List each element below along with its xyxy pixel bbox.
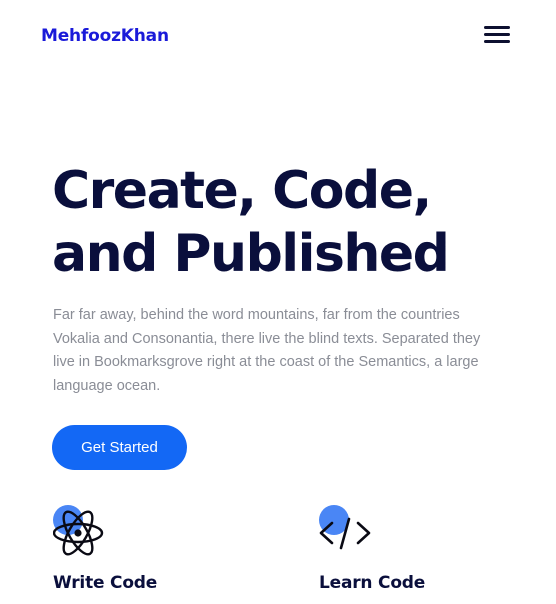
hero-title: Create, Code, and Published xyxy=(52,160,532,286)
brand-logo-link[interactable]: MehfoozKhan xyxy=(41,24,169,48)
atom-icon xyxy=(53,510,104,556)
feature-write-code: Write Code xyxy=(53,505,253,593)
menu-bar xyxy=(484,33,510,36)
feature-title: Learn Code xyxy=(319,573,426,593)
feature-title: Write Code xyxy=(53,573,158,593)
feature-icon-wrap xyxy=(53,505,105,556)
feature-icon-wrap xyxy=(319,505,371,555)
menu-bar xyxy=(484,26,510,29)
hamburger-menu-icon[interactable] xyxy=(480,22,514,48)
hero-title-line-2: and Published xyxy=(52,224,450,284)
feature-learn-code: Learn Code xyxy=(319,505,519,593)
hero-description: Far far away, behind the word mountains,… xyxy=(53,307,481,394)
menu-bar xyxy=(484,40,510,43)
code-brackets-icon xyxy=(319,517,371,550)
get-started-button[interactable]: Get Started xyxy=(52,425,187,470)
hero-title-line-1: Create, Code, xyxy=(52,161,432,221)
